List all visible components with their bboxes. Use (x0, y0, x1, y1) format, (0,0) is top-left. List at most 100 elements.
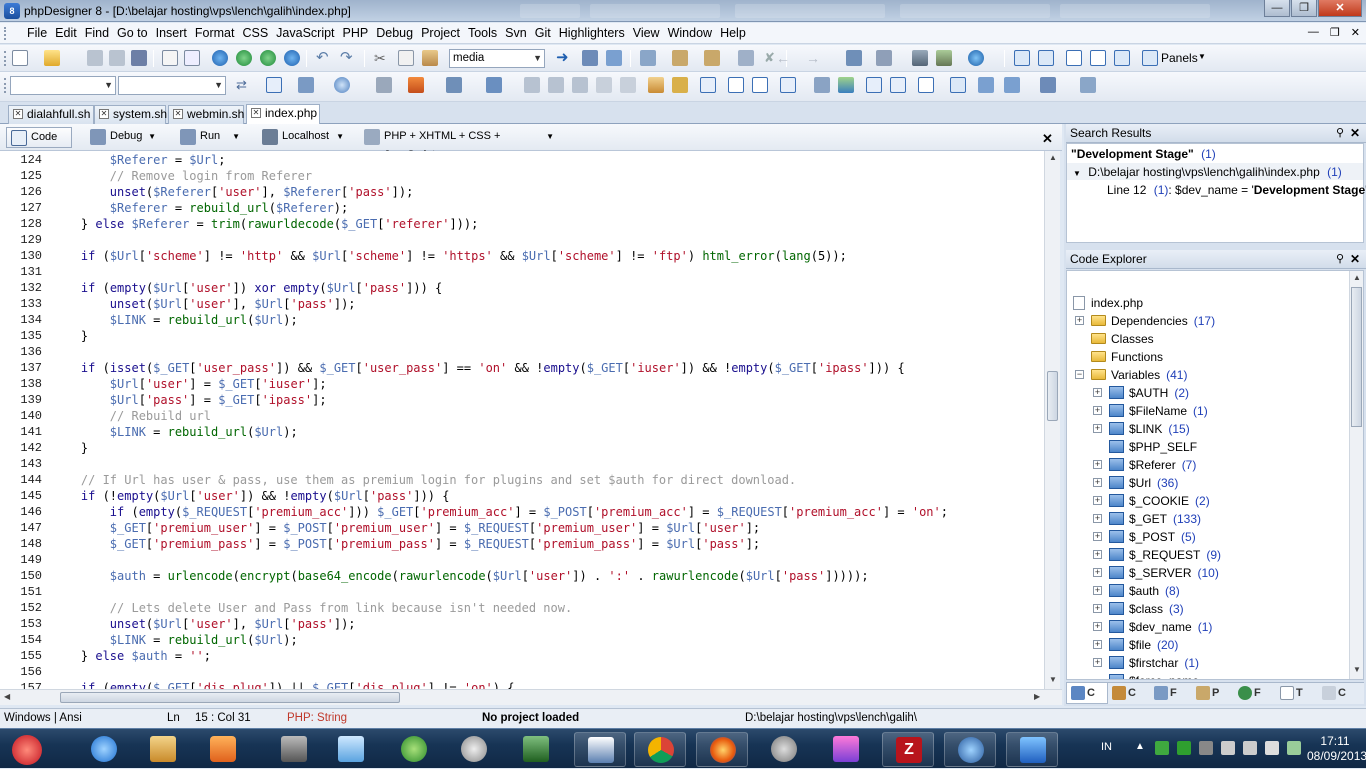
taskbar-notepad-app[interactable] (325, 732, 377, 767)
menu-tools[interactable]: Tools (464, 23, 501, 44)
code-line[interactable]: if (isset($_GET['user_pass']) && $_GET['… (52, 361, 905, 375)
scroll-thumb[interactable] (1351, 287, 1362, 427)
mdi-minimize-icon[interactable]: — (1308, 26, 1319, 39)
menu-view[interactable]: View (629, 23, 664, 44)
panels-chevron-icon[interactable]: ▼ (1198, 52, 1206, 61)
preview-icon[interactable] (184, 50, 200, 66)
expand-icon[interactable]: + (1093, 424, 1102, 433)
code-line[interactable]: // Lets delete User and Pass from link b… (52, 601, 572, 615)
tab-close-icon[interactable]: ✕ (13, 109, 23, 119)
table-icon[interactable] (266, 77, 282, 93)
explorer-file-row[interactable]: index.php (1073, 295, 1143, 311)
taskbar-terminal-app[interactable] (510, 732, 562, 767)
menu-debug[interactable]: Debug (372, 23, 417, 44)
tab-ftp[interactable]: F (1234, 683, 1276, 704)
undo-icon[interactable]: ↶ (316, 50, 332, 66)
code-line[interactable]: if ($Url['scheme'] != 'http' && $Url['sc… (52, 249, 847, 263)
code-line[interactable]: } (52, 329, 88, 343)
expand-icon[interactable]: + (1093, 586, 1102, 595)
web-icon[interactable] (284, 50, 300, 66)
code-line[interactable]: unset($Url['user'], $Url['pass']); (52, 297, 356, 311)
scroll-thumb[interactable] (60, 692, 400, 703)
checkbox-icon[interactable] (780, 77, 796, 93)
close-icon[interactable]: ✕ (1350, 250, 1360, 268)
tab-close-icon[interactable]: ✕ (251, 108, 261, 118)
scroll-down-icon[interactable]: ▼ (1353, 665, 1361, 674)
menu-highlighters[interactable]: Highlighters (555, 23, 629, 44)
tray-app-icon[interactable] (1177, 741, 1191, 755)
panels-button[interactable]: Panels (1161, 51, 1198, 65)
tray-security-icon[interactable] (1155, 741, 1169, 755)
plugin-icon[interactable] (846, 50, 862, 66)
code-line[interactable]: } else $auth = ''; (52, 649, 211, 663)
expand-icon[interactable]: + (1093, 388, 1102, 397)
taskbar-connection-app[interactable] (388, 732, 440, 767)
chevron-down-icon[interactable]: ▼ (214, 77, 223, 94)
save-icon[interactable] (87, 50, 103, 66)
scroll-up-icon[interactable]: ▲ (1049, 153, 1057, 162)
taskbar-network-app[interactable] (574, 732, 626, 767)
filter-icon[interactable] (738, 50, 754, 66)
code-line[interactable]: unset($Referer['user'], $Referer['pass']… (52, 185, 414, 199)
taskbar-media-player[interactable] (197, 732, 249, 767)
code-line[interactable]: $LINK = rebuild_url($Url); (52, 633, 298, 647)
expand-icon[interactable]: + (1093, 550, 1102, 559)
expand-icon[interactable]: + (1093, 532, 1102, 541)
grid-table-icon[interactable] (866, 77, 882, 93)
tab-todo[interactable]: T (1276, 683, 1318, 704)
expand-icon[interactable]: + (1093, 622, 1102, 631)
expand-icon[interactable]: + (1093, 478, 1102, 487)
print-icon[interactable] (162, 50, 178, 66)
tray-volume-icon[interactable] (1265, 741, 1279, 755)
scroll-left-icon[interactable]: ◀ (4, 692, 10, 701)
explorer-variable[interactable]: + $AUTH (2) (1093, 385, 1189, 401)
search-match-row[interactable]: Line 12 (1): $dev_name = 'Development St… (1107, 182, 1366, 198)
frame-icon[interactable] (918, 77, 934, 93)
explorer-scrollbar[interactable]: ▲ ▼ (1349, 271, 1363, 679)
explorer-variable[interactable]: + $file (20) (1093, 637, 1178, 653)
taskbar-laptop-app[interactable] (268, 732, 320, 767)
export-2-icon[interactable] (1004, 77, 1020, 93)
explorer-variable[interactable]: $force_name (1093, 673, 1205, 679)
code-line[interactable]: $auth = urlencode(encrypt(base64_encode(… (52, 569, 869, 583)
collapse-icon[interactable]: ▼ (1073, 169, 1081, 178)
taskbar-filezilla[interactable]: Z (882, 732, 934, 767)
paste-icon[interactable] (422, 50, 438, 66)
uncomment-icon[interactable] (620, 77, 636, 93)
validate-icon[interactable] (1080, 77, 1096, 93)
taskbar-phpdesigner[interactable] (1006, 732, 1058, 767)
replace-icon[interactable] (606, 50, 622, 66)
explorer-node-classes[interactable]: Classes (1075, 331, 1160, 347)
chevron-down-icon[interactable]: ▼ (104, 77, 113, 94)
tab-project[interactable]: P (1192, 683, 1234, 704)
search-file-row[interactable]: ▼ D:\belajar hosting\vps\lench\galih\ind… (1073, 164, 1342, 180)
explorer-variable[interactable]: + $class (3) (1093, 601, 1184, 617)
explorer-variable[interactable]: + $_GET (133) (1093, 511, 1201, 527)
page-icon[interactable] (728, 77, 744, 93)
localhost-button[interactable]: Localhost ▼ (258, 127, 350, 148)
menu-php[interactable]: PHP (339, 23, 373, 44)
window-icon[interactable] (1014, 50, 1030, 66)
outdent-icon[interactable] (572, 77, 588, 93)
menu-edit[interactable]: Edit (51, 23, 81, 44)
explorer-variable[interactable]: + $dev_name (1) (1093, 619, 1212, 635)
image-icon[interactable] (838, 77, 854, 93)
tab-index[interactable]: ✕ index.php (246, 104, 320, 124)
menu-find[interactable]: Find (81, 23, 113, 44)
scroll-right-icon[interactable]: ▶ (1034, 692, 1040, 701)
code-line[interactable]: if (empty($_GET['dis_plug']) || $_GET['d… (52, 681, 515, 689)
find-binoculars-icon[interactable] (582, 50, 598, 66)
cascade-icon[interactable] (1114, 50, 1130, 66)
tray-usb-icon[interactable] (1199, 741, 1213, 755)
taskbar-ie[interactable] (78, 732, 130, 767)
tab-code-library[interactable]: C (1108, 683, 1150, 704)
minimize-button[interactable]: — (1264, 0, 1290, 17)
expand-icon[interactable]: + (1093, 460, 1102, 469)
wand-icon[interactable] (672, 77, 688, 93)
grid-icon[interactable] (446, 77, 462, 93)
explorer-variable[interactable]: + $FileName (1) (1093, 403, 1208, 419)
menu-javascript[interactable]: JavaScript (272, 23, 338, 44)
tab-file-browser[interactable]: F (1150, 683, 1192, 704)
tab-system[interactable]: ✕ system.sh (94, 105, 167, 124)
split-v-icon[interactable] (1090, 50, 1106, 66)
